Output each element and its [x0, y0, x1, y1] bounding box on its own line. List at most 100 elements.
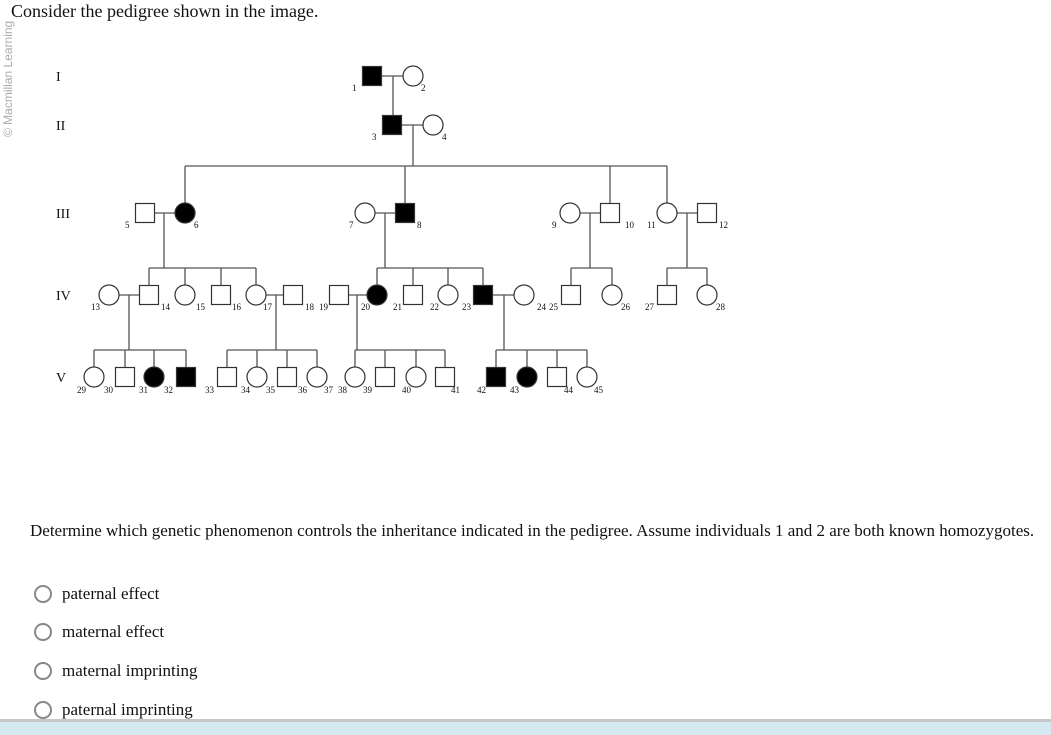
- individual-number-label: 18: [305, 302, 315, 312]
- radio-button[interactable]: [34, 623, 52, 641]
- individual-number-label: 5: [125, 220, 130, 230]
- individual-number-label: 20: [361, 302, 371, 312]
- unaffected-female-symbol: [405, 366, 427, 388]
- unaffected-male-symbol: [599, 202, 621, 224]
- unaffected-female-symbol: [174, 284, 196, 306]
- individual-number-label: 34: [241, 385, 251, 395]
- individual-number-label: 25: [549, 302, 559, 312]
- unaffected-male-symbol: [282, 284, 304, 306]
- unaffected-male-symbol: [114, 366, 136, 388]
- unaffected-male-symbol: [560, 284, 582, 306]
- individual-number-label: 15: [196, 302, 206, 312]
- unaffected-female-symbol: [437, 284, 459, 306]
- individual-number-label: 12: [719, 220, 728, 230]
- individual-number-label: 21: [393, 302, 402, 312]
- unaffected-female-symbol: [576, 366, 598, 388]
- unaffected-female-symbol: [656, 202, 678, 224]
- unaffected-female-symbol: [422, 114, 444, 136]
- unaffected-female-symbol: [246, 366, 268, 388]
- individual-number-label: 31: [139, 385, 148, 395]
- individual-number-label: 11: [647, 220, 656, 230]
- individual-number-label: 16: [232, 302, 242, 312]
- unaffected-male-symbol: [696, 202, 718, 224]
- question-text: Determine which genetic phenomenon contr…: [30, 521, 1035, 540]
- unaffected-female-symbol: [402, 65, 424, 87]
- unaffected-female-symbol: [513, 284, 535, 306]
- unaffected-male-symbol: [656, 284, 678, 306]
- affected-male-symbol: [175, 366, 197, 388]
- pedigree-chart: IIIIIIIVV1 23 45 6 7 8 9 10 11 1213 14 15 16 17 18 19 20…: [56, 65, 728, 395]
- affected-male-symbol: [394, 202, 416, 224]
- unaffected-male-symbol: [434, 366, 456, 388]
- unaffected-male-symbol: [138, 284, 160, 306]
- individual-number-label: 33: [205, 385, 215, 395]
- radio-button[interactable]: [34, 662, 52, 680]
- individual-number-label: 29: [77, 385, 87, 395]
- unaffected-male-symbol: [374, 366, 396, 388]
- unaffected-male-symbol: [276, 366, 298, 388]
- individual-number-label: 4: [442, 132, 447, 142]
- individual-number-label: 6: [194, 220, 199, 230]
- individual-number-label: 17: [263, 302, 273, 312]
- individual-number-label: 24: [537, 302, 547, 312]
- radio-button[interactable]: [34, 585, 52, 603]
- option-maternal-effect[interactable]: maternal effect: [34, 622, 164, 642]
- affected-female-symbol: [516, 366, 538, 388]
- unaffected-female-symbol: [354, 202, 376, 224]
- individual-number-label: 26: [621, 302, 631, 312]
- individual-number-label: 14: [161, 302, 171, 312]
- individual-number-label: 37: [324, 385, 334, 395]
- individual-number-label: 10: [625, 220, 635, 230]
- individual-number-label: 2: [421, 83, 426, 93]
- option-paternal-effect[interactable]: paternal effect: [34, 584, 159, 604]
- generation-label: II: [56, 119, 66, 134]
- individual-number-label: 41: [451, 385, 460, 395]
- individual-number-label: 35: [266, 385, 276, 395]
- option-label: paternal effect: [62, 584, 160, 603]
- individual-number-label: 7: [349, 220, 354, 230]
- individual-number-label: 27: [645, 302, 655, 312]
- affected-female-symbol: [366, 284, 388, 306]
- unaffected-male-symbol: [216, 366, 238, 388]
- individual-number-label: 19: [319, 302, 329, 312]
- generation-label: IV: [56, 289, 71, 304]
- individual-number-label: 8: [417, 220, 422, 230]
- unaffected-female-symbol: [344, 366, 366, 388]
- unaffected-male-symbol: [134, 202, 156, 224]
- unaffected-female-symbol: [559, 202, 581, 224]
- radio-button[interactable]: [34, 701, 52, 719]
- individual-number-label: 43: [510, 385, 520, 395]
- generation-label: III: [56, 207, 70, 222]
- individual-number-label: 44: [564, 385, 574, 395]
- affected-male-symbol: [485, 366, 507, 388]
- unaffected-female-symbol: [306, 366, 328, 388]
- affected-female-symbol: [143, 366, 165, 388]
- individual-number-label: 22: [430, 302, 439, 312]
- individual-number-label: 1: [352, 83, 357, 93]
- individual-number-label: 40: [402, 385, 412, 395]
- option-label: maternal imprinting: [62, 661, 198, 680]
- individual-number-label: 42: [477, 385, 486, 395]
- generation-label: V: [56, 371, 66, 386]
- individual-number-label: 30: [104, 385, 114, 395]
- individual-number-label: 36: [298, 385, 308, 395]
- option-paternal-imprinting[interactable]: paternal imprinting: [34, 700, 193, 720]
- option-maternal-imprinting[interactable]: maternal imprinting: [34, 661, 198, 681]
- unaffected-male-symbol: [546, 366, 568, 388]
- affected-female-symbol: [174, 202, 196, 224]
- affected-male-symbol: [381, 114, 403, 136]
- individual-number-label: 9: [552, 220, 557, 230]
- individual-number-label: 45: [594, 385, 604, 395]
- affected-male-symbol: [472, 284, 494, 306]
- generation-label: I: [56, 70, 61, 85]
- unaffected-male-symbol: [210, 284, 232, 306]
- affected-male-symbol: [361, 65, 383, 87]
- individual-number-label: 13: [91, 302, 101, 312]
- unaffected-male-symbol: [402, 284, 424, 306]
- individual-number-label: 3: [372, 132, 377, 142]
- individual-number-label: 28: [716, 302, 726, 312]
- individual-number-label: 38: [338, 385, 348, 395]
- unaffected-female-symbol: [696, 284, 718, 306]
- option-label: paternal imprinting: [62, 700, 193, 719]
- unaffected-female-symbol: [83, 366, 105, 388]
